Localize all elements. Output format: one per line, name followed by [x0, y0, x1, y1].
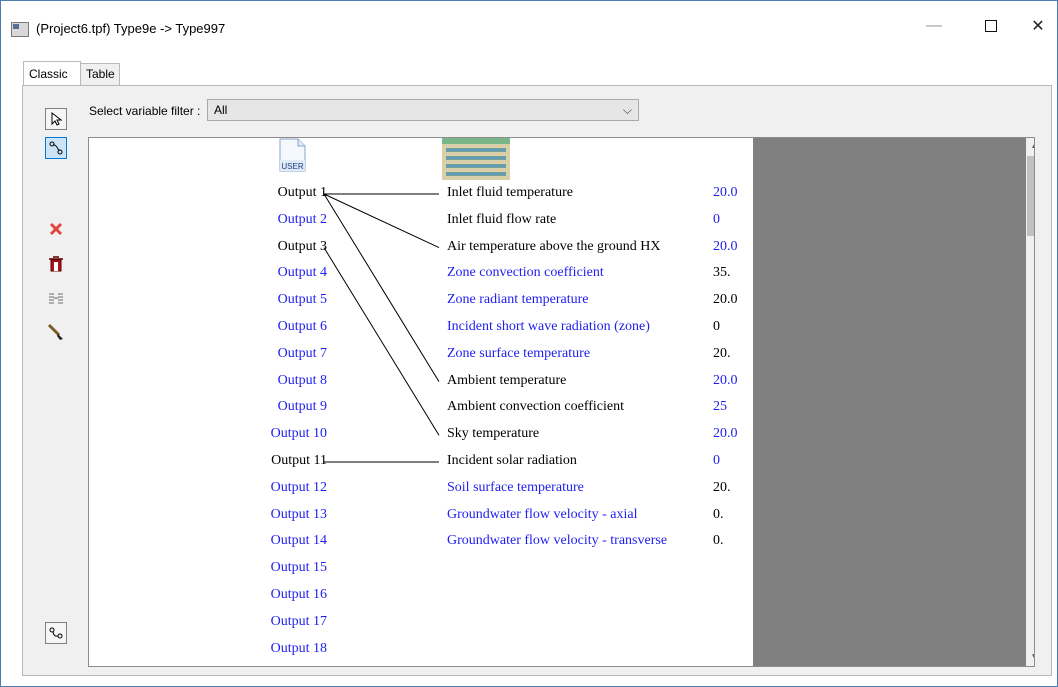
input-value: 0	[713, 211, 720, 227]
output-item[interactable]: Output 11	[271, 453, 327, 469]
input-item[interactable]: Ambient temperature	[447, 373, 566, 389]
link-line[interactable]	[323, 193, 440, 382]
output-item[interactable]: Output 3	[278, 239, 327, 255]
title-bar: (Project6.tpf) Type9e -> Type997 — ✕	[1, 1, 1057, 41]
input-item[interactable]: Inlet fluid temperature	[447, 185, 573, 201]
input-value: 20.0	[713, 238, 738, 254]
scroll-down-arrow-icon[interactable]: ▼	[1026, 650, 1034, 666]
output-item[interactable]: Output 7	[278, 346, 327, 362]
output-item[interactable]: Output 1	[278, 185, 327, 201]
variable-filter-select[interactable]: All ⌵	[207, 99, 639, 121]
input-value: 0	[713, 319, 720, 334]
input-value: 0	[713, 453, 720, 468]
input-item[interactable]: Air temperature above the ground HX	[447, 239, 660, 255]
input-item[interactable]: Incident solar radiation	[447, 453, 577, 469]
input-value: 20.0	[713, 372, 738, 388]
input-item[interactable]: Incident short wave radiation (zone)	[447, 319, 650, 335]
tab-classic[interactable]: Classic	[23, 61, 81, 85]
input-item[interactable]: Sky temperature	[447, 426, 539, 442]
input-value: 35.	[713, 265, 731, 281]
output-item[interactable]: Output 12	[271, 480, 327, 496]
tab-table[interactable]: Table	[80, 63, 120, 85]
input-value: 20.	[713, 345, 731, 361]
output-item[interactable]: Output 9	[278, 399, 327, 415]
link-line[interactable]	[323, 247, 440, 436]
link-line[interactable]	[323, 193, 440, 249]
output-item[interactable]: Output 17	[271, 614, 327, 630]
trash-icon	[49, 256, 63, 272]
output-item[interactable]: Output 8	[278, 373, 327, 389]
classic-tab-panel: Select variable filter : All ⌵ USER Outp…	[22, 85, 1052, 676]
output-item[interactable]: Output 2	[278, 212, 327, 228]
scrollbar-thumb[interactable]	[1027, 156, 1034, 236]
link-tool[interactable]	[45, 137, 67, 159]
input-value: 20.	[713, 479, 731, 495]
input-item[interactable]: Soil surface temperature	[447, 480, 584, 496]
brush-icon	[47, 323, 63, 340]
input-item[interactable]: Zone surface temperature	[447, 346, 590, 362]
vertical-scrollbar[interactable]: ▲ ▼	[1026, 138, 1034, 666]
output-item[interactable]: Output 5	[278, 292, 327, 308]
link-wire-icon	[49, 141, 63, 155]
connect-icon	[49, 627, 63, 639]
connection-canvas[interactable]: USER Output 1 Output 2 Output 3 Output 4 Out…	[88, 137, 1035, 667]
pointer-tool[interactable]	[45, 108, 67, 130]
connection-dialog-window: (Project6.tpf) Type9e -> Type997 — ✕ Cla…	[0, 0, 1058, 687]
maximize-button[interactable]	[968, 13, 1014, 39]
maximize-icon	[985, 20, 997, 32]
output-item[interactable]: Output 18	[271, 641, 327, 657]
output-item[interactable]: Output 15	[271, 560, 327, 576]
delete-all-links-tool[interactable]	[45, 253, 67, 275]
chevron-down-icon: ⌵	[622, 103, 632, 117]
input-item[interactable]: Zone convection coefficient	[447, 265, 604, 281]
output-item[interactable]: Output 16	[271, 587, 327, 603]
filter-label: Select variable filter :	[89, 104, 201, 118]
output-item[interactable]: Output 6	[278, 319, 327, 335]
output-item[interactable]: Output 4	[278, 265, 327, 281]
auto-link-tool[interactable]	[45, 288, 67, 310]
link-lines	[323, 193, 440, 463]
input-item[interactable]: Groundwater flow velocity - axial	[447, 507, 638, 523]
output-item[interactable]: Output 14	[271, 533, 327, 549]
minimize-button[interactable]: —	[911, 13, 957, 39]
output-item[interactable]: Output 13	[271, 507, 327, 523]
input-value: 0.	[713, 533, 724, 549]
input-item[interactable]: Zone radiant temperature	[447, 292, 588, 308]
minimize-icon: —	[926, 17, 942, 34]
link-mode-tool[interactable]	[45, 622, 67, 644]
input-item[interactable]: Inlet fluid flow rate	[447, 212, 556, 228]
input-value: 25	[713, 399, 727, 415]
input-value: 20.0	[713, 185, 738, 200]
input-value: 20.0	[713, 426, 738, 442]
close-icon: ✕	[1031, 18, 1045, 35]
arrow-pointer-icon	[51, 112, 63, 126]
app-icon	[11, 22, 29, 37]
window-title: (Project6.tpf) Type9e -> Type997	[36, 21, 226, 36]
input-value: 0.	[713, 506, 724, 522]
delete-link-tool[interactable]	[45, 218, 67, 240]
input-item[interactable]: Ambient convection coefficient	[447, 399, 624, 415]
input-value: 20.0	[713, 292, 738, 308]
filter-value: All	[214, 103, 228, 117]
close-button[interactable]: ✕	[1015, 13, 1057, 39]
scroll-up-arrow-icon[interactable]: ▲	[1026, 138, 1034, 154]
paint-tool[interactable]	[45, 321, 67, 343]
input-item[interactable]: Groundwater flow velocity - transverse	[447, 533, 667, 549]
output-item[interactable]: Output 10	[271, 426, 327, 442]
empty-panel-area	[753, 138, 1026, 666]
list-link-icon	[49, 293, 63, 304]
red-x-icon	[49, 222, 63, 236]
